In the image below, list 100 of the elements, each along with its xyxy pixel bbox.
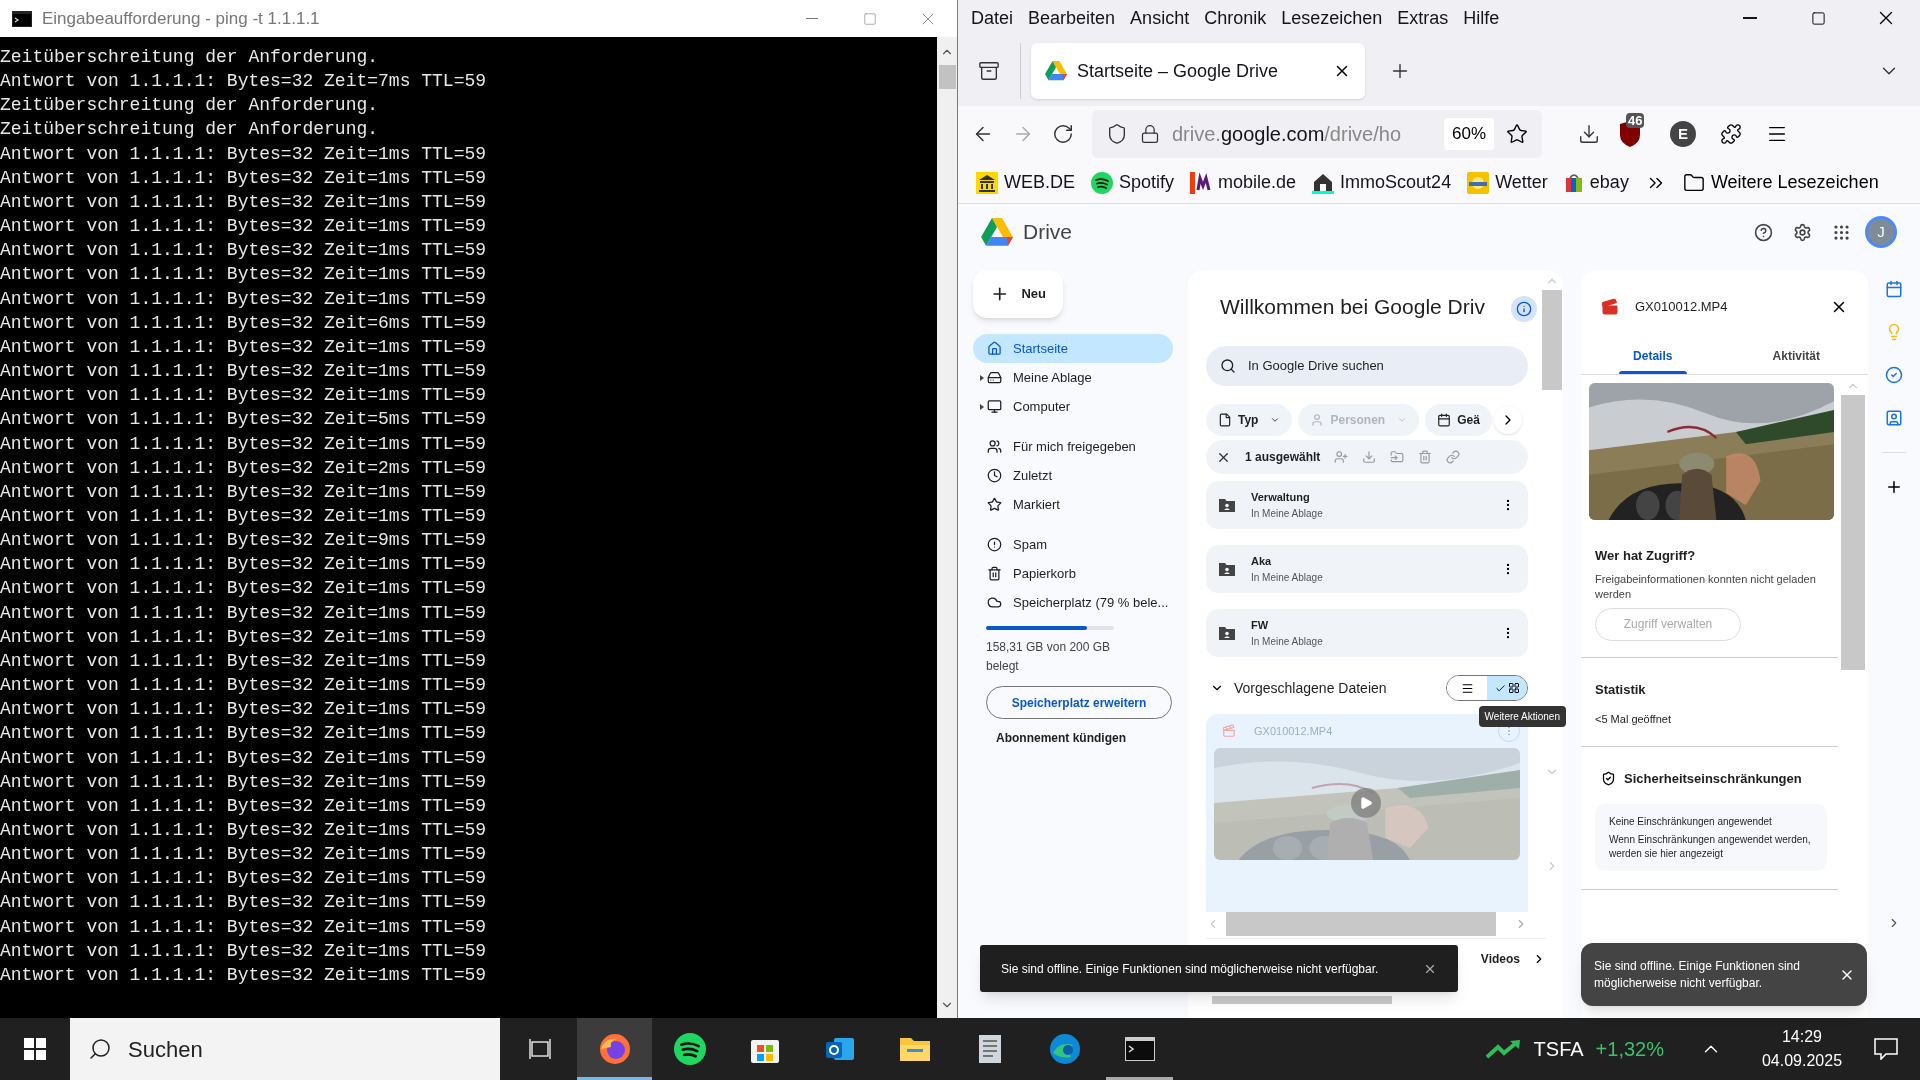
folder-row[interactable]: FW In Meine Ablage	[1206, 609, 1528, 657]
tooltip: Weitere Aktionen	[1478, 706, 1566, 727]
output-line: Antwort von 1.1.1.1: Bytes=32 Zeit=1ms TTL=59	[0, 939, 487, 963]
bookmark-item[interactable]: mobile.de	[1190, 169, 1297, 196]
page-title: Willkommen bei Google Driv	[1220, 293, 1485, 320]
nav-item[interactable]: Zuletzt	[973, 461, 1173, 490]
window-title: Eingabeaufforderung - ping -t 1.1.1.1	[42, 7, 320, 30]
menu-item[interactable]: Datei	[966, 4, 1019, 32]
nav-item[interactable]: Speicherplatz (79 % bele...	[973, 588, 1173, 617]
details-tab[interactable]: Details	[1581, 338, 1725, 374]
output-line: Antwort von 1.1.1.1: Bytes=32 Zeit=1ms TTL=59	[0, 601, 487, 625]
snackbar-text: Sie sind offline. Einige Funktionen sind möglicherweise nicht verfügbar.	[1594, 957, 1801, 992]
zoom-level[interactable]: 60%	[1443, 118, 1494, 150]
nav-item[interactable]: Papierkorb	[973, 559, 1173, 588]
output-line: Antwort von 1.1.1.1: Bytes=32 Zeit=1ms TTL=59	[0, 649, 487, 673]
output-line: Antwort von 1.1.1.1: Bytes=32 Zeit=1ms TTL=59	[0, 335, 487, 359]
menu-item[interactable]: Hilfe	[1458, 4, 1505, 32]
output-line: Antwort von 1.1.1.1: Bytes=32 Zeit=1ms TTL=59	[0, 891, 487, 915]
time: 14:29	[1781, 1027, 1822, 1047]
output-line: Antwort von 1.1.1.1: Bytes=32 Zeit=1ms TTL=59	[0, 239, 487, 263]
output-line: Antwort von 1.1.1.1: Bytes=32 Zeit=1ms TTL=59	[0, 843, 487, 867]
search-placeholder: Suchen	[128, 1035, 203, 1064]
output-line: Antwort von 1.1.1.1: Bytes=32 Zeit=1ms TTL=59	[0, 166, 487, 190]
output-line: Antwort von 1.1.1.1: Bytes=32 Zeit=1ms TTL=59	[0, 432, 487, 456]
file-name: GX010012.MP4	[1254, 723, 1333, 739]
bookmark-item[interactable]: ebay	[1563, 169, 1629, 196]
menu-item[interactable]: Chronik	[1199, 4, 1272, 32]
menu-item[interactable]: Lesezeichen	[1276, 4, 1388, 32]
app-logo: Drive	[1023, 219, 1072, 246]
filter-chip[interactable]: Typ	[1206, 404, 1293, 436]
bookmark-folder[interactable]: Weitere Lesezeichen	[1682, 169, 1879, 196]
output-line: Antwort von 1.1.1.1: Bytes=32 Zeit=1ms TTL=59	[0, 867, 487, 891]
profile-avatar[interactable]: E	[1670, 121, 1696, 147]
details-tab[interactable]: Aktivität	[1724, 338, 1868, 374]
bookmark-item[interactable]: Wetter	[1467, 169, 1548, 196]
bookmark-item[interactable]: Spotify	[1091, 169, 1175, 196]
output-line: Antwort von 1.1.1.1: Bytes=32 Zeit=1ms TTL=59	[0, 215, 487, 239]
section-title: Wer hat Zugriff?	[1595, 547, 1697, 565]
output-line: Antwort von 1.1.1.1: Bytes=32 Zeit=1ms TTL=59	[0, 625, 487, 649]
folder-row[interactable]: Verwaltung In Meine Ablage	[1206, 481, 1528, 529]
nav-item[interactable]: Computer	[973, 392, 1173, 421]
extension-badge: 46	[1626, 113, 1645, 128]
output-line: Antwort von 1.1.1.1: Bytes=32 Zeit=1ms TTL=59	[0, 263, 487, 287]
output-line: Antwort von 1.1.1.1: Bytes=32 Zeit=1ms TTL=59	[0, 360, 487, 384]
output-line: Antwort von 1.1.1.1: Bytes=32 Zeit=1ms TTL=59	[0, 142, 487, 166]
storage-usage: 158,31 GB von 200 GB belegt	[986, 639, 1112, 675]
browser-tab[interactable]: Startseite – Google Drive	[1031, 43, 1365, 99]
output-line: Antwort von 1.1.1.1: Bytes=32 Zeit=7ms TTL=59	[0, 70, 487, 94]
stock-symbol: TSFA	[1533, 1037, 1584, 1062]
menu-item[interactable]: Ansicht	[1125, 4, 1195, 32]
nav-item[interactable]: Meine Ablage	[973, 363, 1173, 392]
nav-item[interactable]: Markiert	[973, 490, 1173, 519]
folder-name: Verwaltung	[1251, 490, 1311, 506]
new-button[interactable]: Neu	[973, 270, 1063, 318]
output-line: Zeitüberschreitung der Anforderung.	[0, 118, 379, 142]
nav-item[interactable]: Spam	[973, 530, 1173, 559]
search-field[interactable]: In Google Drive suchen	[1206, 346, 1528, 386]
folder-name: FW	[1251, 618, 1270, 634]
url-text: drive.google.com/drive/ho	[1172, 122, 1402, 147]
stock-widget[interactable]: TSFA +1,32%	[1475, 1018, 1674, 1080]
search-field[interactable]: Suchen	[70, 1018, 500, 1080]
output-line: Antwort von 1.1.1.1: Bytes=32 Zeit=1ms TTL=59	[0, 963, 487, 987]
output-line: Zeitüberschreitung der Anforderung.	[0, 46, 379, 69]
menu-item[interactable]: Extras	[1392, 4, 1454, 32]
clock[interactable]: 14:29 04.09.2025	[1752, 1025, 1852, 1073]
folder-location: In Meine Ablage	[1251, 570, 1323, 585]
output-line: Antwort von 1.1.1.1: Bytes=32 Zeit=1ms TTL=59	[0, 674, 487, 698]
bookmark-item[interactable]: ImmoScout24	[1312, 169, 1452, 196]
output-line: Antwort von 1.1.1.1: Bytes=32 Zeit=9ms TTL=59	[0, 529, 487, 553]
access-note: Freigabeinformationen konnten nicht geladen werden	[1595, 571, 1817, 602]
folder-location: In Meine Ablage	[1251, 506, 1323, 521]
filter-label[interactable]: Videos	[1480, 949, 1520, 968]
folder-row[interactable]: Aka In Meine Ablage	[1206, 545, 1528, 593]
output-line: Antwort von 1.1.1.1: Bytes=32 Zeit=1ms TTL=59	[0, 577, 487, 601]
output-line: Zeitüberschreitung der Anforderung.	[0, 94, 379, 118]
output-line: Antwort von 1.1.1.1: Bytes=32 Zeit=2ms TTL=59	[0, 456, 487, 480]
search-placeholder: In Google Drive suchen	[1248, 357, 1384, 376]
output-line: Antwort von 1.1.1.1: Bytes=32 Zeit=1ms TTL=59	[0, 794, 487, 818]
output-line: Antwort von 1.1.1.1: Bytes=32 Zeit=6ms TTL=59	[0, 311, 487, 335]
bookmark-item[interactable]: WEB.DE	[976, 169, 1075, 196]
selection-count: 1 ausgewählt	[1245, 449, 1321, 466]
output-line: Antwort von 1.1.1.1: Bytes=32 Zeit=1ms TTL=59	[0, 915, 487, 939]
output-line: Antwort von 1.1.1.1: Bytes=32 Zeit=1ms TTL=59	[0, 553, 487, 577]
output-line: Antwort von 1.1.1.1: Bytes=32 Zeit=1ms TTL=59	[0, 770, 487, 794]
cancel-subscription-link[interactable]: Abonnement kündigen	[996, 729, 1126, 747]
menu-item[interactable]: Bearbeiten	[1023, 4, 1121, 32]
info-box-title: Keine Einschränkungen angewendet	[1609, 815, 1773, 829]
output-line: Antwort von 1.1.1.1: Bytes=32 Zeit=5ms TTL=59	[0, 408, 487, 432]
section-title: Sicherheitseinschränkungen	[1624, 769, 1802, 788]
section-title: Statistik	[1595, 680, 1647, 699]
filter-chip[interactable]: Geä	[1425, 404, 1492, 436]
address-bar[interactable]: drive.google.com/drive/ho 60%	[1092, 110, 1542, 158]
details-title: GX010012.MP4	[1635, 297, 1728, 316]
snackbar-text: Sie sind offline. Einige Funktionen sind möglicherweise nicht verfügbar.	[1001, 960, 1379, 978]
folder-location: In Meine Ablage	[1251, 634, 1323, 649]
output-line: Antwort von 1.1.1.1: Bytes=32 Zeit=1ms TTL=59	[0, 746, 487, 770]
output-line: Antwort von 1.1.1.1: Bytes=32 Zeit=1ms TTL=59	[0, 819, 487, 842]
info-box-text: Wenn Einschränkungen angewendet werden, werden sie hier angezeigt	[1609, 833, 1812, 861]
nav-item[interactable]: Für mich freigegeben	[973, 432, 1173, 461]
nav-item[interactable]: Startseite	[973, 334, 1173, 363]
